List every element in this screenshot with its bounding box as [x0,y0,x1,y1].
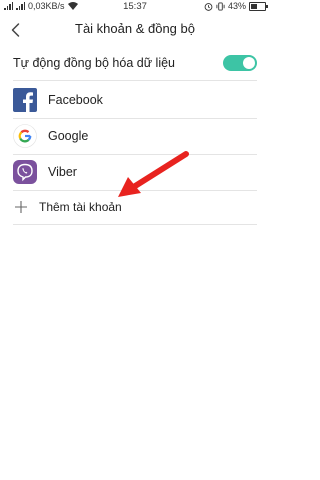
alarm-icon [204,2,213,11]
divider [13,80,257,81]
app-header: Tài khoản & đồng bộ [0,14,270,44]
page-title: Tài khoản & đồng bộ [75,21,195,36]
vibrate-icon [216,1,225,11]
account-google[interactable]: Google [0,118,270,154]
viber-icon [13,160,37,184]
auto-sync-label: Tự động đồng bộ hóa dữ liệu [13,56,175,70]
account-label: Facebook [48,93,103,107]
toggle-knob [243,57,255,69]
account-label: Viber [48,165,77,179]
account-label: Google [48,129,89,143]
battery-percent: 43% [227,1,246,11]
plus-icon [15,201,27,213]
google-icon [13,124,37,148]
divider [13,190,257,191]
add-account-button[interactable]: Thêm tài khoản [0,192,270,222]
account-facebook[interactable]: Facebook [0,82,270,118]
auto-sync-row: Tự động đồng bộ hóa dữ liệu [0,48,270,78]
add-account-label: Thêm tài khoản [39,200,122,214]
account-viber[interactable]: Viber [0,154,270,190]
battery-fill [251,3,257,9]
battery-icon [249,1,268,11]
facebook-icon [13,88,37,112]
status-bar: 0,03KB/s 15:37 43% [0,0,270,14]
auto-sync-toggle[interactable] [223,55,257,71]
divider [13,224,257,225]
status-right: 43% [204,1,268,11]
